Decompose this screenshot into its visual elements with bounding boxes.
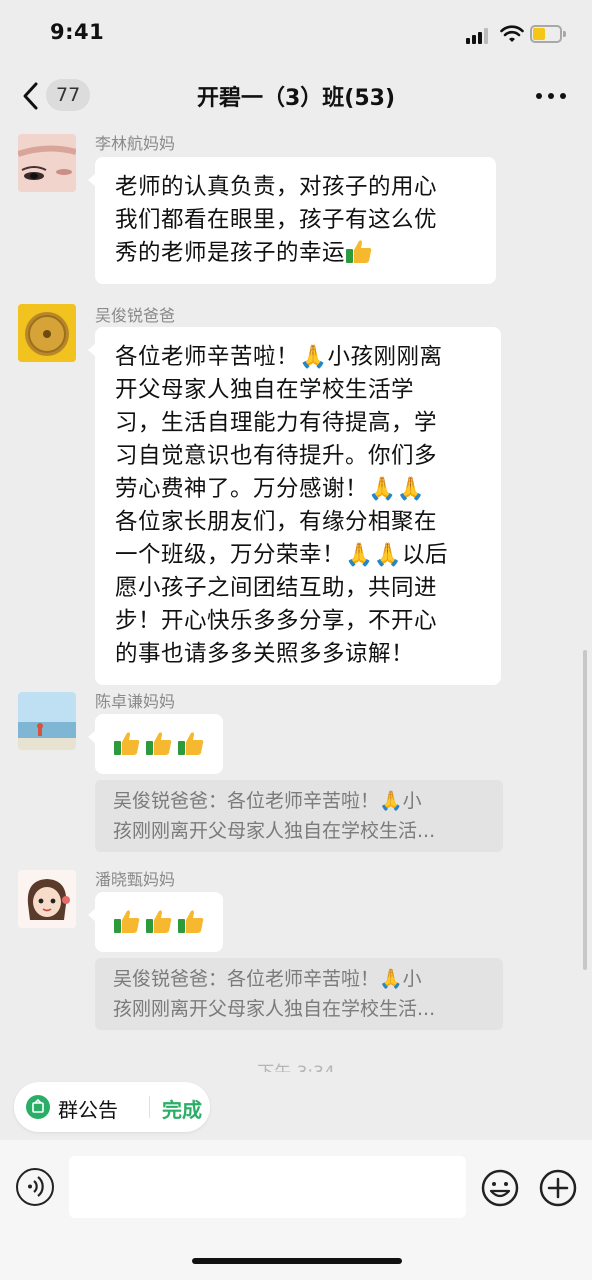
home-indicator bbox=[192, 1258, 402, 1264]
gold-seal-avatar-icon bbox=[18, 304, 76, 362]
message-bubble[interactable]: 老师的认真负责，对孩子的用心 我们都看在眼里，孩子有这么优 秀的老师是孩子的幸运 bbox=[88, 157, 496, 284]
sender-name: 李林航妈妈 bbox=[95, 134, 176, 153]
announcement-label: 群公告 bbox=[58, 1098, 118, 1122]
quoted-message[interactable]: 吴俊锐爸爸：各位老师辛苦啦！🙏小 孩刚刚离开父母家人独自在学校生活... bbox=[95, 958, 503, 1030]
message-line: 开父母家人独自在学校生活学 bbox=[115, 377, 415, 403]
back-chevron-icon[interactable] bbox=[18, 78, 44, 114]
sender-name: 陈卓谦妈妈 bbox=[95, 692, 176, 711]
message-line: 的事也请多多关照多多谅解！ bbox=[115, 641, 415, 667]
face-photo-avatar-icon bbox=[18, 134, 76, 192]
thumbs-up-icon bbox=[178, 732, 204, 755]
add-more-icon[interactable] bbox=[538, 1168, 578, 1208]
message-line: 我们都看在眼里，孩子有这么优 bbox=[115, 207, 438, 233]
message-line: 各位家长朋友们，有缘分相聚在 bbox=[115, 509, 438, 535]
message-line: 劳心费神了。万分感谢！🙏🙏 bbox=[115, 476, 426, 502]
cartoon-girl-avatar-icon bbox=[18, 870, 76, 928]
message-line: 习自觉意识也有待提升。你们多 bbox=[115, 443, 438, 469]
divider bbox=[149, 1096, 150, 1118]
input-bar bbox=[0, 1140, 592, 1280]
avatar[interactable] bbox=[18, 304, 76, 362]
group-announcement-chip[interactable]: 群公告 完成 bbox=[14, 1082, 210, 1132]
thumbs-up-icon bbox=[114, 910, 140, 933]
unread-count-badge[interactable]: 77 bbox=[46, 79, 91, 111]
voice-input-icon[interactable] bbox=[16, 1168, 54, 1206]
message-line: 秀的老师是孩子的幸运 bbox=[115, 237, 476, 270]
message-line: 老师的认真负责，对孩子的用心 bbox=[115, 174, 438, 200]
quote-line: 吴俊锐爸爸：各位老师辛苦啦！🙏小 bbox=[113, 790, 422, 812]
beach-photo-avatar-icon bbox=[18, 692, 76, 750]
status-bar: 9:41 bbox=[0, 0, 592, 70]
chat-header: 77 开碧一（3）班(53) bbox=[0, 70, 592, 122]
message-bubble[interactable] bbox=[88, 714, 223, 774]
battery-icon bbox=[530, 25, 566, 43]
message-line: 愿小孩子之间团结互助，共同进 bbox=[115, 575, 438, 601]
avatar[interactable] bbox=[18, 870, 76, 928]
sender-name: 潘晓甄妈妈 bbox=[95, 870, 176, 889]
done-button[interactable]: 完成 bbox=[162, 1094, 202, 1123]
wifi-icon bbox=[500, 25, 524, 42]
message-bubble[interactable]: 各位老师辛苦啦！🙏小孩刚刚离 开父母家人独自在学校生活学 习，生活自理能力有待提… bbox=[88, 327, 501, 685]
thumbs-up-icon bbox=[178, 910, 204, 933]
emoji-icon[interactable] bbox=[480, 1168, 520, 1208]
avatar[interactable] bbox=[18, 692, 76, 750]
thumbs-up-icon bbox=[146, 910, 172, 933]
quote-line: 吴俊锐爸爸：各位老师辛苦啦！🙏小 bbox=[113, 968, 422, 990]
message-line: 一个班级，万分荣幸！🙏🙏以后 bbox=[115, 542, 449, 568]
message-list[interactable]: 李林航妈妈 老师的认真负责，对孩子的用心 我们都看在眼里，孩子有这么优 秀的老师… bbox=[0, 122, 592, 1072]
chat-title: 开碧一（3）班(53) bbox=[196, 86, 396, 111]
thumbs-up-icon bbox=[114, 732, 140, 755]
message-line: 习，生活自理能力有待提高，学 bbox=[115, 410, 438, 436]
avatar[interactable] bbox=[18, 134, 76, 192]
message-line: 步！开心快乐多多分享，不开心 bbox=[115, 608, 438, 634]
message-line: 各位老师辛苦啦！🙏小孩刚刚离 bbox=[115, 344, 443, 370]
message-timestamp: 下午 3:34 bbox=[0, 1058, 592, 1072]
announcement-icon bbox=[26, 1095, 50, 1119]
thumbs-up-icon bbox=[346, 240, 372, 263]
thumbs-up-icon bbox=[146, 732, 172, 755]
quote-line: 孩刚刚离开父母家人独自在学校生活... bbox=[113, 820, 436, 842]
message-bubble[interactable] bbox=[88, 892, 223, 952]
sender-name: 吴俊锐爸爸 bbox=[95, 306, 176, 325]
cellular-signal-icon bbox=[466, 28, 492, 44]
status-time: 9:41 bbox=[50, 20, 105, 44]
message-input[interactable] bbox=[69, 1156, 466, 1218]
more-options-icon[interactable] bbox=[536, 93, 568, 99]
quote-line: 孩刚刚离开父母家人独自在学校生活... bbox=[113, 998, 436, 1020]
scrollbar[interactable] bbox=[583, 650, 587, 970]
quoted-message[interactable]: 吴俊锐爸爸：各位老师辛苦啦！🙏小 孩刚刚离开父母家人独自在学校生活... bbox=[95, 780, 503, 852]
